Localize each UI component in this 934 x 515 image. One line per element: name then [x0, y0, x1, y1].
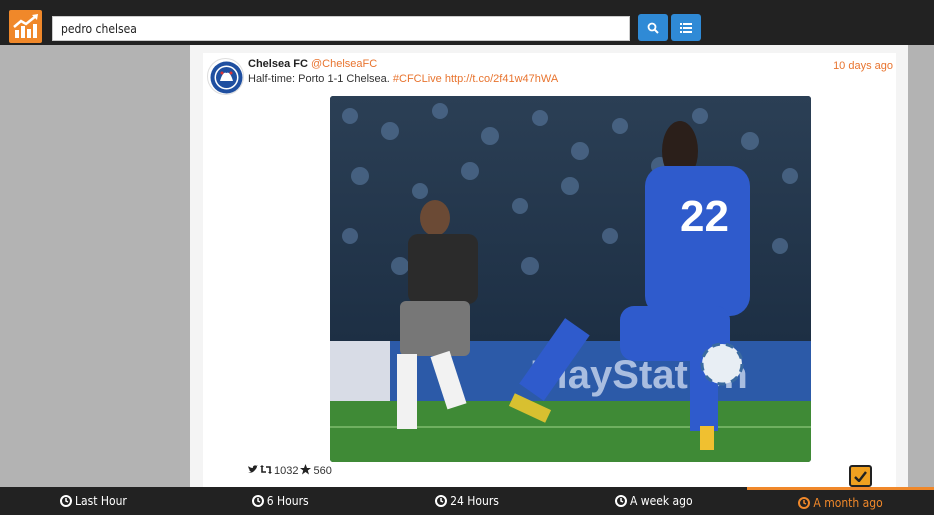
star-icon[interactable]	[300, 464, 312, 478]
clock-icon	[59, 495, 72, 507]
tweet-card[interactable]: Chelsea FC @ChelseaFC Half-time: Porto 1…	[203, 53, 896, 487]
tab-label: A week ago	[629, 494, 693, 508]
trending-logo-icon[interactable]	[9, 10, 42, 43]
tweet-hashtag[interactable]: #CFCLive	[393, 73, 442, 85]
clock-icon	[798, 496, 811, 509]
clock-icon	[435, 495, 448, 507]
author-name[interactable]: Chelsea FC	[248, 58, 308, 70]
tweet-author: Chelsea FC @ChelseaFC	[248, 58, 377, 71]
search-icon	[647, 22, 659, 34]
tab-month-ago[interactable]: A month ago	[747, 487, 934, 515]
tweet-stats: 1032 560	[248, 464, 332, 478]
tab-label: 6 Hours	[266, 494, 309, 508]
list-view-button[interactable]	[671, 14, 701, 41]
select-checkbox[interactable]	[849, 465, 872, 487]
tab-24-hours[interactable]: 24 Hours	[374, 487, 561, 515]
favorite-count: 560	[313, 465, 332, 477]
avatar[interactable]	[207, 58, 244, 95]
tab-label: A month ago	[813, 495, 883, 510]
tab-6-hours[interactable]: 6 Hours	[187, 487, 374, 515]
tweet-timestamp[interactable]: 10 days ago	[833, 60, 893, 72]
tweet-link[interactable]: http://t.co/2f41w47hWA	[445, 73, 558, 85]
tab-last-hour[interactable]: Last Hour	[0, 487, 187, 515]
tweet-text-body: Half-time: Porto 1-1 Chelsea.	[248, 73, 393, 85]
time-filter-bar: Last Hour 6 Hours 24 Hours A week ago A …	[0, 487, 934, 515]
clock-icon	[251, 495, 264, 507]
tab-label: 24 Hours	[450, 494, 499, 508]
author-handle[interactable]: @ChelseaFC	[311, 58, 377, 70]
tab-week-ago[interactable]: A week ago	[560, 487, 747, 515]
top-bar	[0, 0, 934, 45]
search-button[interactable]	[638, 14, 668, 41]
tab-label: Last Hour	[74, 494, 127, 508]
tweet-text: Half-time: Porto 1-1 Chelsea. #CFCLive h…	[248, 73, 558, 86]
svg-text:22: 22	[680, 192, 729, 241]
search-input[interactable]	[52, 16, 630, 41]
tweet-photo[interactable]: PlayStation 22	[330, 96, 811, 462]
clock-icon	[614, 495, 627, 507]
tweet-feed: Chelsea FC @ChelseaFC Half-time: Porto 1…	[190, 45, 908, 487]
checkmark-icon	[854, 470, 867, 482]
twitter-icon[interactable]	[248, 465, 258, 477]
retweet-count: 1032	[274, 465, 299, 477]
retweet-icon[interactable]	[260, 465, 272, 477]
list-icon	[680, 22, 692, 33]
